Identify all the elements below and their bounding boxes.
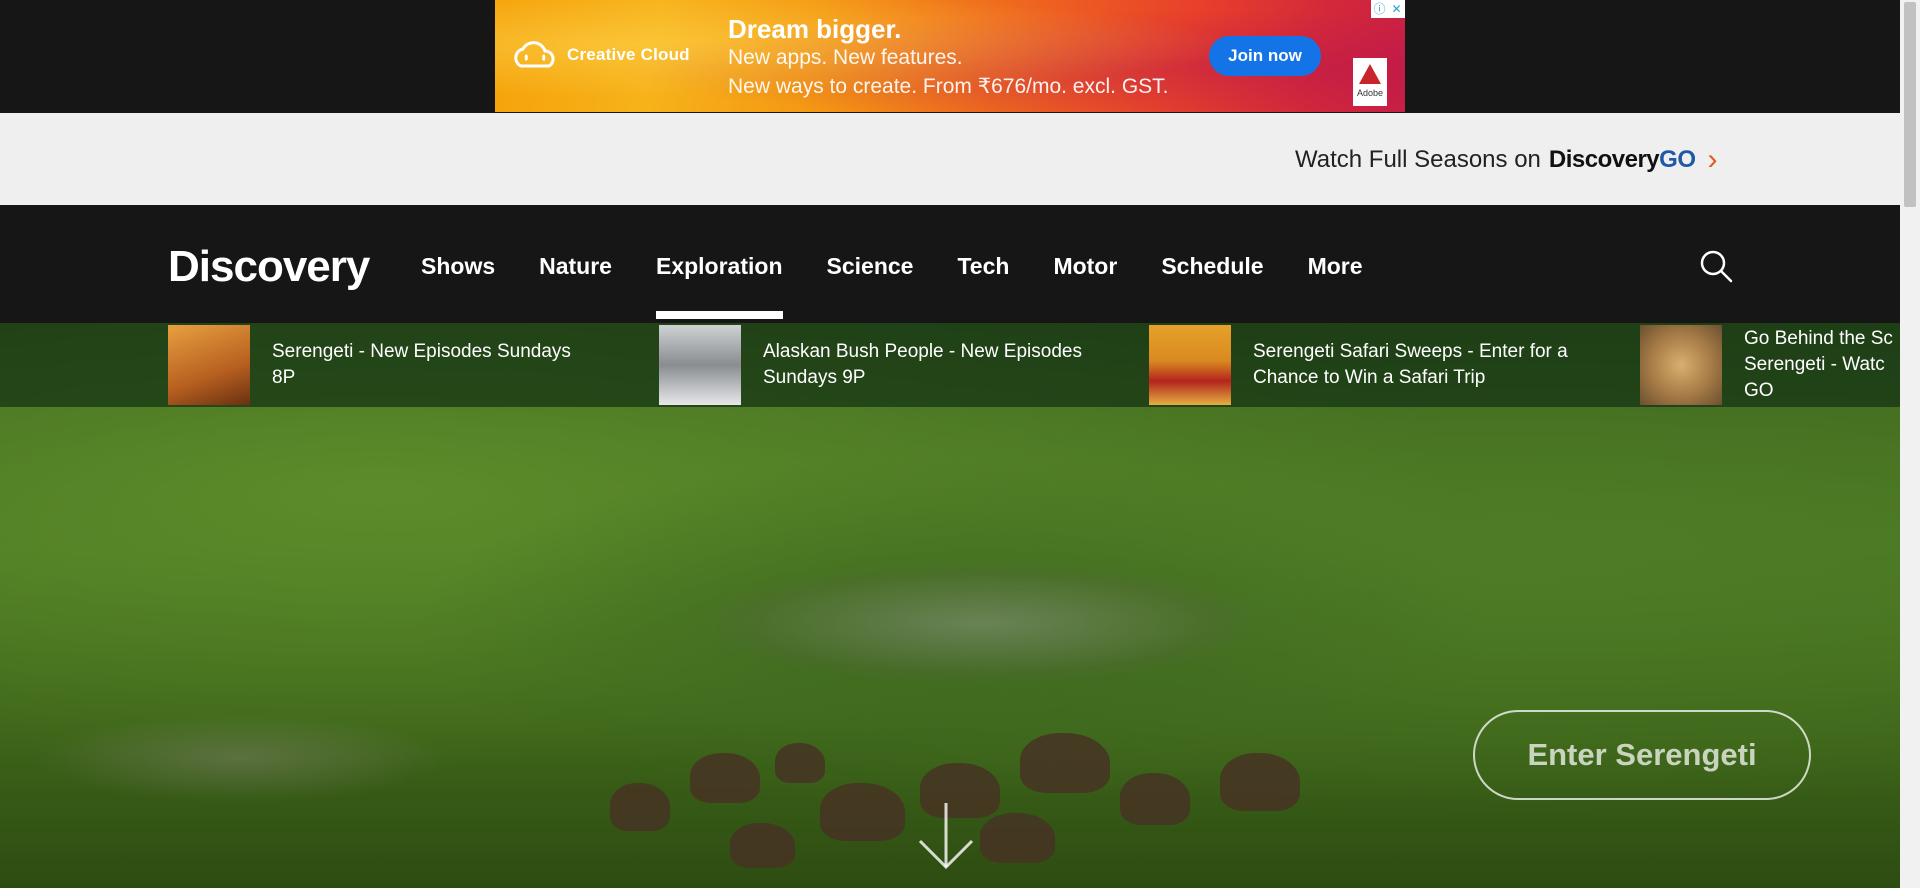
nav-item-motor[interactable]: Motor	[1053, 253, 1117, 280]
discovery-logo[interactable]: Discovery	[168, 242, 370, 292]
hero: Serengeti - New Episodes Sundays 8P Alas…	[0, 323, 1900, 888]
watch-full-seasons-link[interactable]: Watch Full Seasons on Discovery GO ›	[1295, 143, 1718, 176]
promo-bar: Watch Full Seasons on Discovery GO ›	[0, 113, 1900, 205]
ad-line-1: New apps. New features.	[728, 46, 963, 69]
adobe-label: Adobe	[1356, 88, 1384, 98]
adobe-logo: Adobe	[1353, 58, 1387, 106]
creative-cloud-icon	[514, 41, 555, 68]
ad-line-2: New ways to create. From ₹676/mo. excl. …	[728, 75, 1169, 98]
hero-scene-water	[30, 713, 450, 803]
join-now-button[interactable]: Join now	[1209, 36, 1321, 76]
ticker-item[interactable]: Alaskan Bush People - New Episodes Sunda…	[659, 325, 1083, 405]
enter-serengeti-button[interactable]: Enter Serengeti	[1473, 710, 1811, 800]
ticker-thumbnail	[1640, 325, 1722, 405]
scrollbar[interactable]	[1900, 0, 1920, 888]
ticker-item-label: Alaskan Bush People - New Episodes Sunda…	[763, 341, 1082, 388]
chevron-right-icon: ›	[1707, 143, 1718, 176]
close-icon[interactable]: ✕	[1388, 0, 1405, 18]
ad-headline: Dream bigger.	[728, 14, 902, 44]
discovery-go-logo: Discovery GO	[1549, 146, 1696, 174]
ad-strip: Creative Cloud Dream bigger. New apps. N…	[0, 0, 1900, 113]
info-icon[interactable]: ⓘ	[1371, 0, 1388, 18]
ticker-item-label: Serengeti - New Episodes Sundays 8P	[272, 341, 571, 388]
ticker-item-label: Go Behind the Sc Serengeti - Watc GO	[1744, 328, 1893, 401]
search-icon[interactable]	[1699, 249, 1733, 283]
nav-item-more[interactable]: More	[1308, 253, 1363, 280]
arrow-down-icon[interactable]	[916, 801, 976, 871]
nav-item-shows[interactable]: Shows	[421, 253, 495, 280]
nav-menu: Shows Nature Exploration Science Tech Mo…	[421, 253, 1407, 319]
ticker-thumbnail	[659, 325, 741, 405]
nav-item-nature[interactable]: Nature	[539, 253, 612, 280]
nav-item-schedule[interactable]: Schedule	[1161, 253, 1263, 280]
watch-text: Watch Full Seasons on	[1295, 146, 1541, 173]
ticker-thumbnail	[168, 325, 250, 405]
ticker-item[interactable]: Serengeti - New Episodes Sundays 8P	[168, 325, 592, 405]
hero-scene-waterhole	[700, 563, 1260, 683]
promo-ticker: Serengeti - New Episodes Sundays 8P Alas…	[0, 323, 1900, 407]
discovery-go-logo-disc: Discovery	[1548, 146, 1660, 173]
nav-item-exploration[interactable]: Exploration	[655, 253, 783, 319]
ticker-thumbnail	[1149, 325, 1231, 405]
discovery-go-logo-go: GO	[1659, 146, 1696, 173]
ticker-item-label: Serengeti Safari Sweeps - Enter for a Ch…	[1253, 341, 1568, 388]
nav-item-tech[interactable]: Tech	[957, 253, 1009, 280]
main-nav: Discovery Shows Nature Exploration Scien…	[0, 205, 1900, 323]
ad-choices[interactable]: ⓘ ✕	[1371, 0, 1405, 18]
nav-item-science[interactable]: Science	[827, 253, 914, 280]
ad-brand: Creative Cloud	[567, 45, 690, 64]
ticker-item[interactable]: Serengeti Safari Sweeps - Enter for a Ch…	[1149, 325, 1583, 405]
scrollbar-thumb[interactable]	[1904, 2, 1916, 207]
ticker-item[interactable]: Go Behind the Sc Serengeti - Watc GO	[1640, 325, 1900, 405]
ad-banner[interactable]: Creative Cloud Dream bigger. New apps. N…	[495, 0, 1405, 112]
